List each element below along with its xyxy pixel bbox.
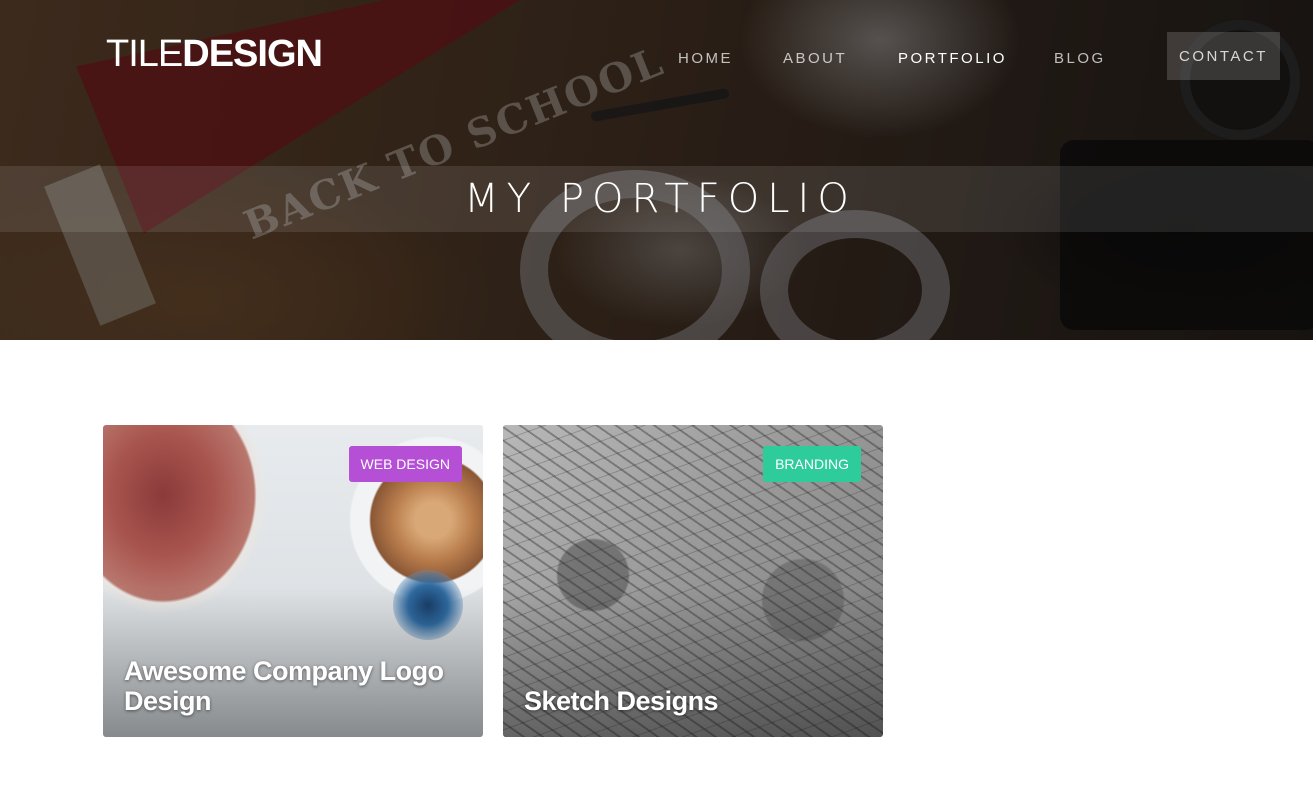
contact-button[interactable]: CONTACT xyxy=(1167,32,1280,80)
category-badge[interactable]: WEB DESIGN xyxy=(348,446,462,482)
hero-section: BACK TO SCHOOL TILEDESIGN HOME ABOUT POR… xyxy=(0,0,1313,340)
nav-about-link[interactable]: ABOUT xyxy=(783,50,847,68)
category-badge[interactable]: BRANDING xyxy=(763,446,861,482)
page-title: MY PORTFOLIO xyxy=(464,176,857,222)
logo-bold-text: DESIGN xyxy=(182,33,323,75)
card-title[interactable]: Awesome Company Logo Design xyxy=(124,656,454,716)
nav-home-link[interactable]: HOME xyxy=(678,50,733,68)
nav-portfolio-link[interactable]: PORTFOLIO xyxy=(898,50,1007,68)
site-logo[interactable]: TILEDESIGN xyxy=(106,33,323,75)
logo-light-text: TILE xyxy=(106,33,183,75)
portfolio-card[interactable]: BRANDING Sketch Designs xyxy=(503,425,883,737)
nav-blog-link[interactable]: BLOG xyxy=(1054,50,1106,68)
portfolio-card[interactable]: WEB DESIGN Awesome Company Logo Design xyxy=(103,425,483,737)
page-title-band: MY PORTFOLIO xyxy=(0,166,1313,232)
card-title[interactable]: Sketch Designs xyxy=(524,686,854,716)
